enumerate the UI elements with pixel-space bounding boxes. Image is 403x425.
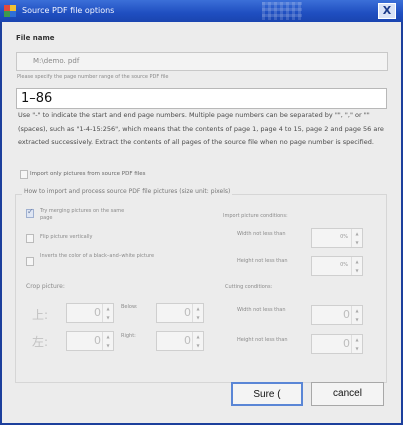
cut-height-value: 0: [343, 337, 350, 350]
invert-label: Inverts the color of a black–and–white p…: [40, 253, 155, 259]
title-decoration: [262, 2, 302, 20]
spin-down-icon[interactable]: ▼: [355, 240, 358, 245]
dialog-body: File name M:\demo. pdf Please specify th…: [2, 22, 401, 423]
spin-up-icon[interactable]: ▲: [355, 308, 358, 313]
crop-right-label: Right:: [121, 333, 136, 339]
crop-top-spinner[interactable]: 0 ▲ ▼: [66, 303, 114, 323]
crop-left-arrows[interactable]: ▲ ▼: [102, 332, 113, 350]
crop-top-value: 0: [94, 306, 101, 319]
app-icon: [4, 5, 16, 17]
crop-below-arrows[interactable]: ▲ ▼: [192, 304, 203, 322]
flip-label: Flip picture vertically: [40, 234, 93, 240]
page-range-label: Please specify the page number range of …: [17, 74, 169, 80]
crop-label: Crop picture:: [26, 283, 65, 290]
flip-checkbox[interactable]: [26, 234, 34, 243]
crop-left-value: 0: [94, 334, 101, 347]
spin-down-icon[interactable]: ▼: [106, 343, 109, 348]
crop-below-label: Below:: [121, 304, 138, 310]
spin-up-icon[interactable]: ▲: [106, 306, 109, 311]
import-conditions-label: Import picture conditions:: [223, 213, 288, 219]
cut-width-label: Width not less than: [237, 307, 286, 313]
try-merge-checkbox[interactable]: [26, 207, 34, 218]
sure-button[interactable]: Sure (: [231, 382, 303, 406]
spin-down-icon[interactable]: ▼: [106, 315, 109, 320]
cut-width-arrows[interactable]: ▲ ▼: [351, 306, 362, 324]
close-button[interactable]: X: [378, 3, 396, 19]
spin-down-icon[interactable]: ▼: [196, 315, 199, 320]
crop-top-arrows[interactable]: ▲ ▼: [102, 304, 113, 322]
import-only-label: Import only pictures from source PDF fil…: [30, 171, 146, 177]
cut-height-arrows[interactable]: ▲ ▼: [351, 335, 362, 353]
try-merge-label: Try merging pictures on the same page: [40, 208, 125, 221]
width-min-arrows[interactable]: ▲ ▼: [351, 229, 362, 247]
cut-width-value: 0: [343, 308, 350, 321]
height-min-spinner[interactable]: 0% ▲ ▼: [311, 256, 363, 276]
height-min-value: 0%: [340, 262, 348, 268]
spin-down-icon[interactable]: ▼: [355, 346, 358, 351]
crop-left-spinner[interactable]: 0 ▲ ▼: [66, 331, 114, 351]
page-range-help-text: Use "-" to indicate the start and end pa…: [18, 111, 384, 146]
crop-right-value: 0: [184, 334, 191, 347]
picture-options-group: [15, 194, 387, 383]
spin-up-icon[interactable]: ▲: [106, 334, 109, 339]
crop-right-spinner[interactable]: 0 ▲ ▼: [156, 331, 204, 351]
height-min-arrows[interactable]: ▲ ▼: [351, 257, 362, 275]
width-min-value: 0%: [340, 234, 348, 240]
group-title: How to import and process source PDF fil…: [22, 188, 233, 195]
spin-up-icon[interactable]: ▲: [355, 337, 358, 342]
spin-up-icon[interactable]: ▲: [355, 231, 358, 236]
page-range-input[interactable]: 1–86: [16, 88, 387, 109]
dialog-window: Source PDF file options X File name M:\d…: [0, 0, 403, 425]
window-title: Source PDF file options: [22, 6, 115, 15]
crop-top-label: 上:: [32, 308, 49, 322]
spin-down-icon[interactable]: ▼: [355, 317, 358, 322]
import-only-checkbox[interactable]: [20, 170, 28, 179]
spin-down-icon[interactable]: ▼: [196, 343, 199, 348]
crop-below-spinner[interactable]: 0 ▲ ▼: [156, 303, 204, 323]
height-min-label: Height not less than: [237, 258, 288, 264]
spin-up-icon[interactable]: ▲: [196, 334, 199, 339]
cut-height-label: Height not less than: [237, 337, 288, 343]
invert-checkbox[interactable]: [26, 257, 34, 266]
crop-below-value: 0: [184, 306, 191, 319]
spin-up-icon[interactable]: ▲: [355, 259, 358, 264]
cut-height-spinner[interactable]: 0 ▲ ▼: [311, 334, 363, 354]
crop-right-arrows[interactable]: ▲ ▼: [192, 332, 203, 350]
spin-up-icon[interactable]: ▲: [196, 306, 199, 311]
file-name-field[interactable]: M:\demo. pdf: [16, 52, 388, 71]
cut-width-spinner[interactable]: 0 ▲ ▼: [311, 305, 363, 325]
cutting-conditions-label: Cutting conditions:: [225, 284, 273, 290]
title-bar[interactable]: Source PDF file options X: [0, 0, 403, 22]
width-min-label: Width not less than: [237, 231, 286, 237]
file-name-label: File name: [16, 34, 55, 42]
width-min-spinner[interactable]: 0% ▲ ▼: [311, 228, 363, 248]
spin-down-icon[interactable]: ▼: [355, 268, 358, 273]
cancel-button[interactable]: cancel: [311, 382, 384, 406]
crop-left-label: 左:: [32, 335, 49, 349]
close-icon: X: [382, 4, 392, 17]
